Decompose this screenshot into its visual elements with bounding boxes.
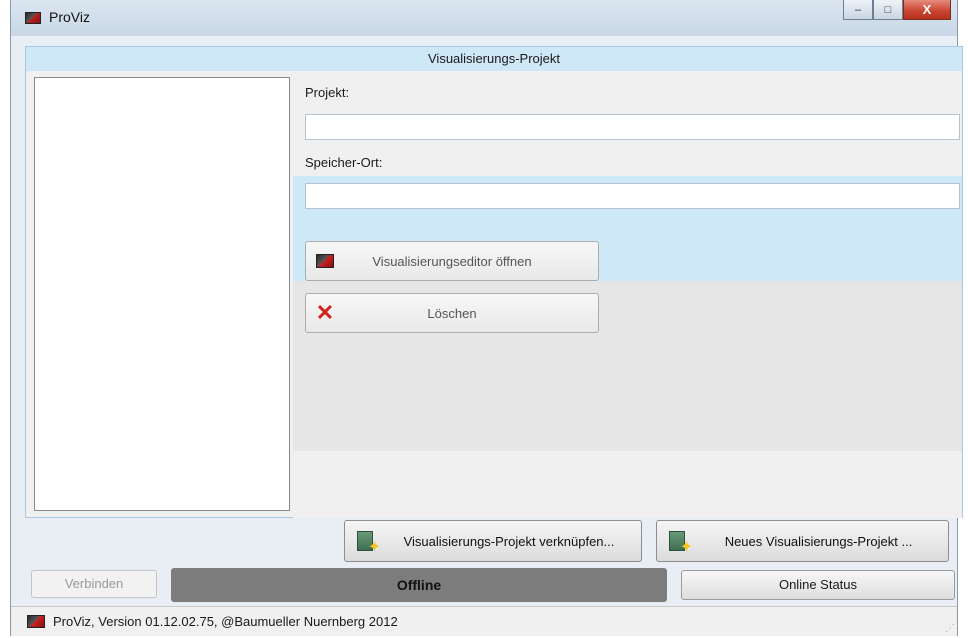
projekt-input[interactable] bbox=[305, 114, 960, 140]
close-icon: X bbox=[922, 2, 932, 17]
maximize-icon: □ bbox=[884, 3, 892, 16]
editor-icon bbox=[316, 254, 334, 268]
proviz-app-icon bbox=[25, 12, 41, 24]
project-form: Projekt: Speicher-Ort: Visualisierungsed… bbox=[293, 71, 962, 518]
delete-button[interactable]: ✕ Löschen bbox=[305, 293, 599, 333]
close-button[interactable]: X bbox=[903, 0, 951, 20]
caption-buttons: – □ X bbox=[843, 0, 951, 22]
open-editor-label: Visualisierungseditor öffnen bbox=[372, 253, 532, 269]
project-list[interactable] bbox=[34, 77, 290, 511]
open-editor-button[interactable]: Visualisierungseditor öffnen bbox=[305, 241, 599, 281]
maximize-button[interactable]: □ bbox=[873, 0, 903, 20]
main-window: ProViz – □ X Visualisierungs-Projekt Pro… bbox=[10, 0, 963, 636]
minimize-button[interactable]: – bbox=[843, 0, 873, 20]
connection-row: Verbinden Offline Online Status bbox=[11, 568, 959, 602]
new-project-button[interactable]: Neues Visualisierungs-Projekt ... bbox=[656, 520, 949, 562]
connection-status: Offline bbox=[171, 568, 667, 602]
panel-header: Visualisierungs-Projekt bbox=[26, 47, 962, 71]
connect-button[interactable]: Verbinden bbox=[31, 570, 157, 598]
version-text: ProViz, Version 01.12.02.75, @Baumueller… bbox=[53, 614, 398, 629]
new-project-label: Neues Visualisierungs-Projekt ... bbox=[724, 533, 913, 549]
project-panel: Visualisierungs-Projekt Projekt: Speiche… bbox=[25, 46, 963, 518]
link-project-button[interactable]: Visualisierungs-Projekt verknüpfen... bbox=[344, 520, 642, 562]
title-bar[interactable]: ProViz – □ X bbox=[11, 0, 957, 36]
project-link-icon bbox=[357, 531, 381, 557]
project-actions: Visualisierungs-Projekt verknüpfen... Ne… bbox=[11, 520, 959, 566]
delete-x-icon: ✕ bbox=[315, 300, 335, 325]
status-bar: ProViz, Version 01.12.02.75, @Baumueller… bbox=[11, 606, 957, 636]
link-project-label: Visualisierungs-Projekt verknüpfen... bbox=[403, 533, 615, 549]
new-project-icon bbox=[669, 531, 693, 557]
resize-grip-icon[interactable]: ⋰ bbox=[945, 623, 955, 634]
projekt-label: Projekt: bbox=[305, 85, 350, 100]
online-status-button[interactable]: Online Status bbox=[681, 570, 955, 600]
speicherort-input[interactable] bbox=[305, 183, 960, 209]
minimize-icon: – bbox=[854, 3, 862, 16]
proviz-status-icon bbox=[27, 615, 45, 628]
speicherort-label: Speicher-Ort: bbox=[305, 155, 383, 170]
window-title: ProViz bbox=[49, 9, 90, 25]
delete-label: Löschen bbox=[427, 305, 477, 321]
